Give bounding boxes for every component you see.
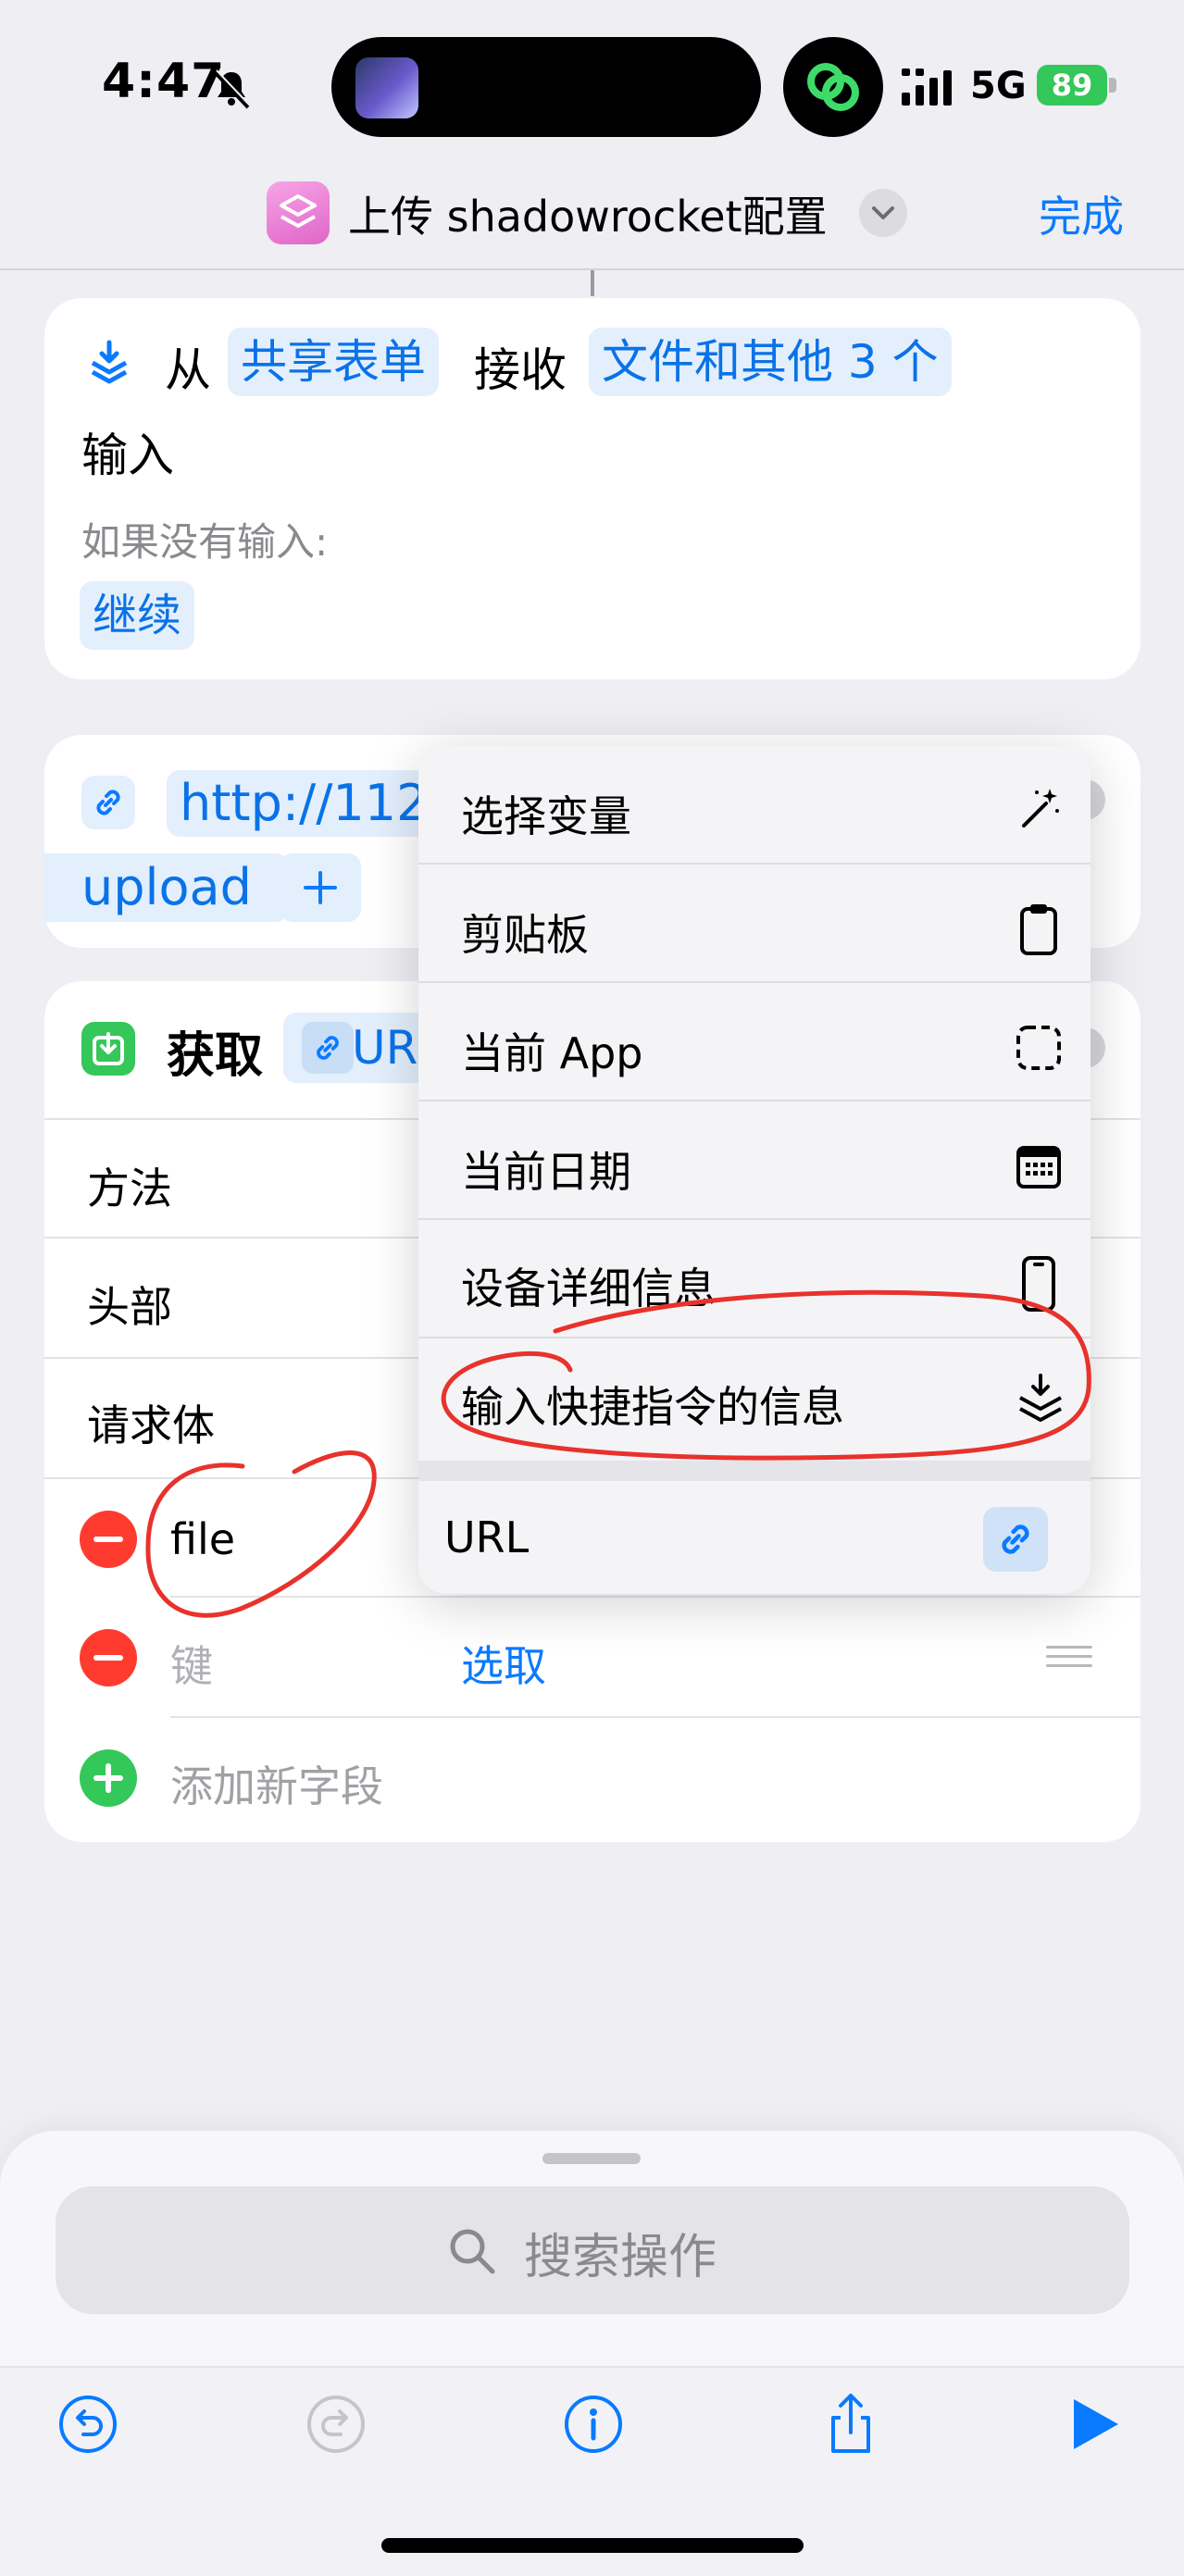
app-frame-icon [1016, 1026, 1061, 1070]
add-new-field-button[interactable]: 添加新字段 [170, 1753, 383, 1814]
link-icon [1002, 1524, 1029, 1554]
redo-icon[interactable] [304, 2392, 368, 2457]
get-label: 获取 [167, 1028, 264, 1084]
add-field-icon[interactable] [80, 1749, 137, 1807]
dynamic-island-activity[interactable] [783, 37, 883, 137]
now-playing-artwork[interactable] [355, 57, 418, 118]
key-input[interactable]: 键 [170, 1633, 213, 1694]
plus-icon [304, 871, 337, 904]
info-icon[interactable] [561, 2392, 626, 2457]
row-divider [170, 1716, 1140, 1718]
shortcut-app-icon[interactable] [267, 181, 330, 244]
reorder-handle[interactable] [1046, 1646, 1092, 1668]
home-indicator [381, 2538, 804, 2553]
shortcut-input-icon [1019, 1374, 1062, 1422]
menu-item-current-app[interactable]: 当前 App [461, 1020, 643, 1081]
battery-tip [1109, 78, 1116, 93]
add-url-button[interactable] [280, 853, 361, 922]
green-rings-icon [807, 63, 859, 111]
url-variable-badge [983, 1507, 1048, 1572]
menu-item-clipboard[interactable]: 剪贴板 [461, 902, 589, 963]
flow-connector [591, 270, 594, 296]
headers-row-label[interactable]: 头部 [87, 1274, 172, 1335]
shortcuts-icon [280, 194, 317, 228]
done-button[interactable]: 完成 [1039, 183, 1124, 244]
link-icon [96, 790, 120, 815]
download-icon [93, 1032, 124, 1065]
url-variable-icon [302, 1022, 354, 1074]
menu-divider [418, 981, 1091, 983]
menu-divider [418, 1337, 1091, 1338]
undo-icon[interactable] [56, 2392, 120, 2457]
status-time: 4:47 [102, 54, 226, 109]
title-menu-button[interactable] [859, 189, 907, 237]
silent-bell-icon [213, 69, 251, 109]
battery-indicator: 89 [1037, 65, 1107, 106]
menu-item-select-variable[interactable]: 选择变量 [461, 783, 631, 844]
body-row-label[interactable]: 请求体 [87, 1392, 215, 1453]
cellular-signal-icon [902, 68, 952, 106]
menu-item-shortcut-input[interactable]: 输入快捷指令的信息 [461, 1374, 844, 1435]
shortcut-input-icon [91, 340, 128, 384]
search-placeholder: 搜索操作 [524, 2230, 717, 2285]
network-type: 5G [970, 65, 1027, 107]
search-icon [450, 2229, 495, 2274]
field-key-file[interactable]: file [170, 1514, 235, 1564]
menu-divider [418, 863, 1091, 865]
play-icon[interactable] [1061, 2392, 1126, 2457]
url-action-icon [81, 776, 135, 829]
magic-wand-icon [1022, 789, 1059, 828]
url-path-value[interactable]: upload [44, 853, 289, 922]
method-row-label[interactable]: 方法 [87, 1155, 172, 1216]
calendar-icon [1016, 1146, 1061, 1188]
share-icon[interactable] [818, 2392, 883, 2457]
menu-divider [418, 1218, 1091, 1220]
menu-item-device-details[interactable]: 设备详细信息 [461, 1255, 717, 1316]
from-label: 从 [165, 343, 211, 397]
get-contents-icon [81, 1022, 135, 1076]
menu-divider [418, 1100, 1091, 1101]
if-no-input-label: 如果没有输入: [81, 519, 329, 565]
input-types-chip[interactable]: 文件和其他 3 个 [589, 328, 952, 396]
delete-field-button[interactable] [80, 1629, 137, 1686]
shortcut-title[interactable]: 上传 shadowrocket配置 [348, 183, 828, 244]
delete-field-button[interactable] [80, 1511, 137, 1568]
source-chip[interactable]: 共享表单 [228, 328, 439, 396]
menu-item-url[interactable]: URL [444, 1512, 529, 1562]
receive-label: 接收 [474, 343, 567, 397]
menu-section-separator [418, 1461, 1091, 1481]
choose-value-button[interactable]: 选取 [461, 1633, 546, 1694]
phone-icon [1022, 1256, 1055, 1312]
clipboard-icon [1020, 904, 1057, 955]
sheet-grabber[interactable] [542, 2153, 641, 2164]
row-divider [170, 1596, 1140, 1598]
menu-item-current-date[interactable]: 当前日期 [461, 1139, 631, 1200]
continue-chip[interactable]: 继续 [80, 581, 195, 650]
chevron-down-icon [872, 206, 894, 219]
input-label: 输入 [81, 429, 174, 482]
link-icon [317, 1036, 339, 1060]
